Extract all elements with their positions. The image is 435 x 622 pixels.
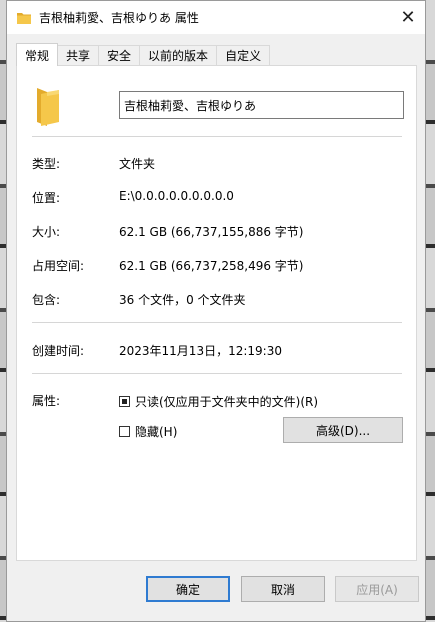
divider bbox=[32, 136, 402, 137]
large-folder-icon bbox=[35, 86, 65, 126]
cancel-button[interactable]: 取消 bbox=[241, 576, 325, 602]
desktop-background-right bbox=[425, 0, 435, 622]
hidden-label: 隐藏(H) bbox=[135, 425, 178, 439]
ok-button[interactable]: 确定 bbox=[146, 576, 230, 602]
tab-security[interactable]: 安全 bbox=[98, 45, 141, 65]
folder-icon bbox=[17, 12, 31, 24]
type-value: 文件夹 bbox=[119, 157, 156, 171]
tab-customize[interactable]: 自定义 bbox=[216, 45, 271, 65]
readonly-checkbox[interactable] bbox=[119, 396, 130, 407]
size-label: 大小: bbox=[32, 225, 61, 239]
location-value: E:\0.0.0.0.0.0.0.0.0 bbox=[119, 189, 234, 203]
readonly-checkbox-row[interactable]: 只读(仅应用于文件夹中的文件)(R) bbox=[119, 393, 318, 410]
attributes-label: 属性: bbox=[32, 394, 61, 408]
title-bar: 吉根柚莉愛、吉根ゆりあ 属性 bbox=[7, 1, 425, 34]
tab-strip: 常规 共享 安全 以前的版本 自定义 bbox=[16, 43, 271, 66]
tab-general[interactable]: 常规 bbox=[16, 43, 59, 66]
divider bbox=[32, 322, 402, 323]
close-button[interactable]: ✕ bbox=[391, 1, 425, 34]
contains-label: 包含: bbox=[32, 293, 61, 307]
tab-previous-versions[interactable]: 以前的版本 bbox=[139, 45, 218, 65]
location-label: 位置: bbox=[32, 191, 61, 205]
created-value: 2023年11月13日，12:19:30 bbox=[119, 344, 282, 358]
divider bbox=[32, 373, 402, 374]
window-title: 吉根柚莉愛、吉根ゆりあ 属性 bbox=[39, 11, 199, 25]
hidden-checkbox[interactable] bbox=[119, 426, 130, 437]
folder-name-input[interactable] bbox=[119, 91, 404, 119]
general-panel: 类型: 文件夹 位置: E:\0.0.0.0.0.0.0.0.0 大小: 62.… bbox=[16, 65, 417, 561]
size-value: 62.1 GB (66,737,155,886 字节) bbox=[119, 225, 304, 239]
readonly-label: 只读(仅应用于文件夹中的文件)(R) bbox=[135, 395, 319, 409]
created-label: 创建时间: bbox=[32, 344, 85, 358]
properties-dialog: 吉根柚莉愛、吉根ゆりあ 属性 ✕ 常规 共享 安全 以前的版本 自定义 类型: … bbox=[6, 0, 426, 622]
size-on-disk-value: 62.1 GB (66,737,258,496 字节) bbox=[119, 259, 304, 273]
size-on-disk-label: 占用空间: bbox=[32, 259, 85, 273]
close-icon: ✕ bbox=[400, 7, 416, 28]
hidden-checkbox-row[interactable]: 隐藏(H) bbox=[119, 423, 177, 440]
type-label: 类型: bbox=[32, 157, 61, 171]
tab-sharing[interactable]: 共享 bbox=[57, 45, 100, 65]
advanced-button[interactable]: 高级(D)... bbox=[283, 417, 403, 443]
apply-button: 应用(A) bbox=[335, 576, 419, 602]
contains-value: 36 个文件，0 个文件夹 bbox=[119, 293, 246, 307]
